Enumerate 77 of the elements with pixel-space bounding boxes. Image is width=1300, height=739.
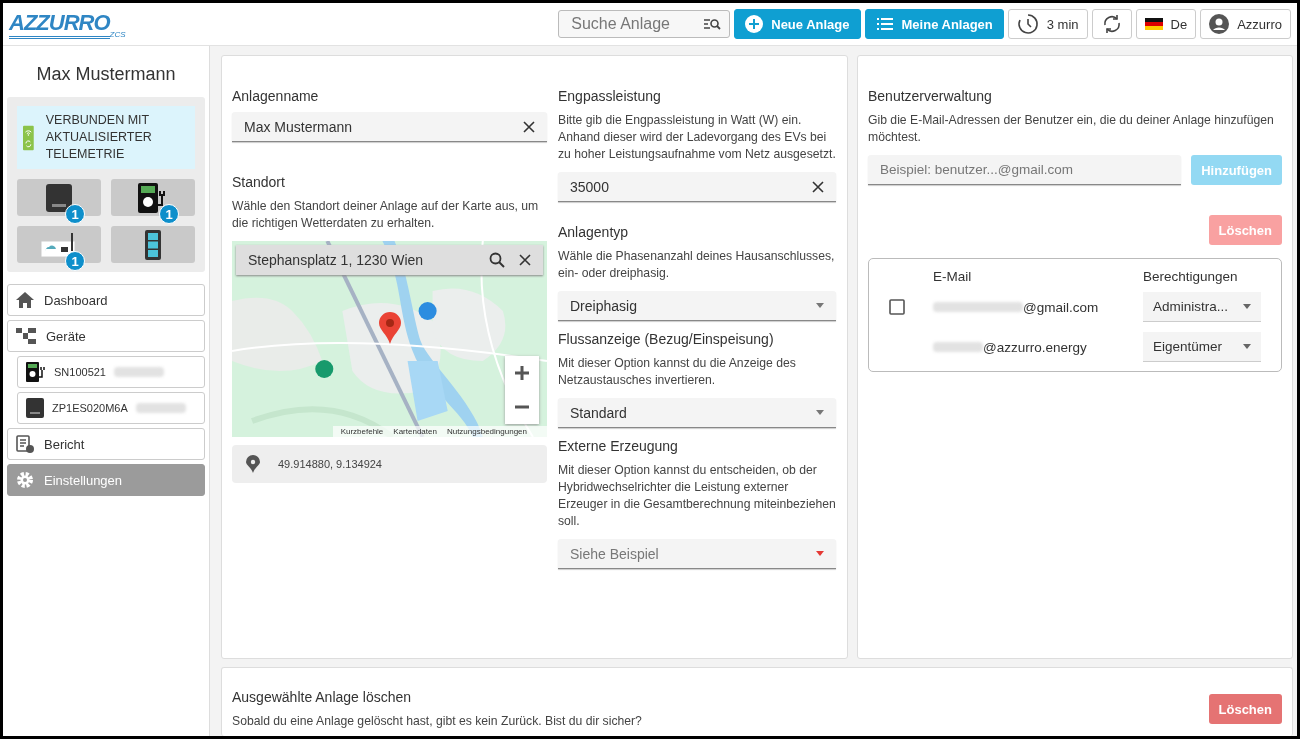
count-badge: 1 — [159, 204, 179, 224]
map-search-field[interactable]: Stephansplatz 1, 1230 Wien — [236, 245, 543, 275]
timer-icon — [1016, 13, 1039, 35]
row-checkbox[interactable] — [889, 299, 905, 315]
search-field[interactable]: Suche Anlage — [558, 10, 731, 38]
section-description: Gib die E-Mail-Adressen der Benutzer ein, die du deiner Anlage hinzufügen möchtest. — [868, 112, 1275, 146]
hierarchy-icon — [16, 328, 36, 344]
section-title: Anlagentyp — [558, 224, 630, 240]
status-text: VERBUNDEN MIT AKTUALISIERTER TELEMETRIE — [45, 112, 153, 163]
user-button[interactable]: Azzurro — [1200, 9, 1291, 39]
charger-icon — [26, 362, 46, 382]
section-title: Flussanzeige (Bezug/Einspeisung) — [558, 331, 775, 347]
nav-item[interactable]: Bericht — [7, 428, 205, 460]
search-icon[interactable] — [489, 252, 505, 268]
zoom-out-button[interactable] — [505, 390, 539, 424]
minus-icon — [515, 405, 529, 409]
list-icon — [875, 17, 894, 31]
clear-icon[interactable] — [812, 180, 824, 193]
column-header: E-Mail — [933, 268, 973, 284]
section-title: Engpassleistung — [558, 88, 662, 104]
device-item[interactable]: SN100521 — [17, 356, 205, 388]
select-field[interactable]: Standard — [558, 398, 836, 428]
inverter-icon — [26, 398, 44, 418]
charger-icon — [138, 182, 168, 213]
avatar-icon — [1209, 14, 1230, 34]
count-badge: 1 — [65, 251, 85, 271]
location-icon — [246, 455, 260, 473]
refresh-interval-button[interactable]: 3 min — [1007, 9, 1088, 39]
battery-icon — [145, 229, 161, 260]
section-title: Ausgewählte Anlage löschen — [232, 688, 413, 705]
language-button[interactable]: De — [1135, 9, 1197, 39]
section-description: Wähle den Standort deiner Anlage auf der Karte aus, um die richtigen Wetterdaten zu erhalten. — [232, 198, 540, 232]
clear-icon[interactable] — [519, 254, 531, 266]
nav-item[interactable]: Geräte — [7, 320, 205, 352]
email-text: @gmail.com — [1023, 299, 1099, 315]
zoom-in-button[interactable] — [505, 356, 539, 390]
datalogger-icon — [41, 232, 77, 257]
role-select[interactable]: Eigentümer — [1143, 332, 1261, 362]
email-field[interactable]: Beispiel: benutzer...@gmail.com — [868, 155, 1182, 185]
section-description: Mit dieser Option kannst du die Anzeige des Netzaustausches invertieren. — [558, 355, 797, 389]
name-field[interactable]: Max Mustermann — [232, 112, 547, 142]
flag-icon — [1144, 18, 1163, 30]
select-field[interactable]: Dreiphasig — [558, 291, 836, 321]
report-icon — [16, 435, 34, 453]
plus-icon — [745, 15, 764, 33]
select-field[interactable]: Siehe Beispiel — [558, 539, 836, 569]
map-pin-icon — [379, 312, 401, 344]
section-title: Standort — [232, 174, 286, 190]
clear-icon[interactable] — [523, 120, 535, 133]
section-description: Bitte gib die Engpassleistung in Watt (W) ein. Anhand dieser wird der Ladevorgang des EVs bei zu hoher Leistungsaufnahme vom Netz ausgesetzt. — [558, 112, 836, 163]
section-title: Benutzerverwaltung — [868, 88, 993, 104]
role-select[interactable]: Administra... — [1143, 292, 1261, 322]
inverter-icon — [46, 183, 72, 212]
map-attribution-link[interactable]: Kurzbefehle — [340, 427, 384, 436]
power-field[interactable]: 35000 — [558, 172, 836, 202]
nav-item[interactable]: Dashboard — [7, 284, 205, 316]
search-icon — [703, 17, 722, 31]
section-title: Anlagenname — [232, 88, 320, 104]
serial-number: ZP1ES020M6A — [52, 402, 128, 414]
coordinates-text: 49.914880, 9.134924 — [278, 458, 382, 470]
serial-number: SN100521 — [54, 366, 106, 378]
home-icon — [16, 292, 34, 308]
sync-button[interactable] — [1091, 9, 1132, 39]
plus-icon — [515, 366, 529, 380]
column-header: Berechtigungen — [1143, 268, 1239, 284]
plant-name: Max Mustermann — [35, 64, 177, 85]
map-attribution-link[interactable]: Nutzungsbedingungen — [446, 427, 527, 436]
map-attribution-link[interactable]: Kartendaten — [393, 427, 437, 436]
section-title: Externe Erzeugung — [558, 438, 679, 454]
device-item[interactable]: ZP1ES020M6A — [17, 392, 205, 424]
count-badge: 1 — [65, 204, 85, 224]
settings-icon — [16, 471, 34, 489]
device-tile[interactable] — [111, 226, 195, 263]
email-text: @azzurro.energy — [983, 339, 1087, 355]
section-description: Sobald du eine Anlage gelöscht hast, gibt es kein Zurück. Bist du dir sicher? — [232, 712, 642, 730]
section-description: Mit dieser Option kannst du entscheiden, ob der Hybridwechselrichter die Leistung externer Erzeuger in die Gesamtberechnung miteinbeziehen soll. — [558, 462, 836, 530]
section-description: Wähle die Phasenanzahl deines Hausanschlusses, ein- oder dreiphasig. — [558, 248, 836, 282]
